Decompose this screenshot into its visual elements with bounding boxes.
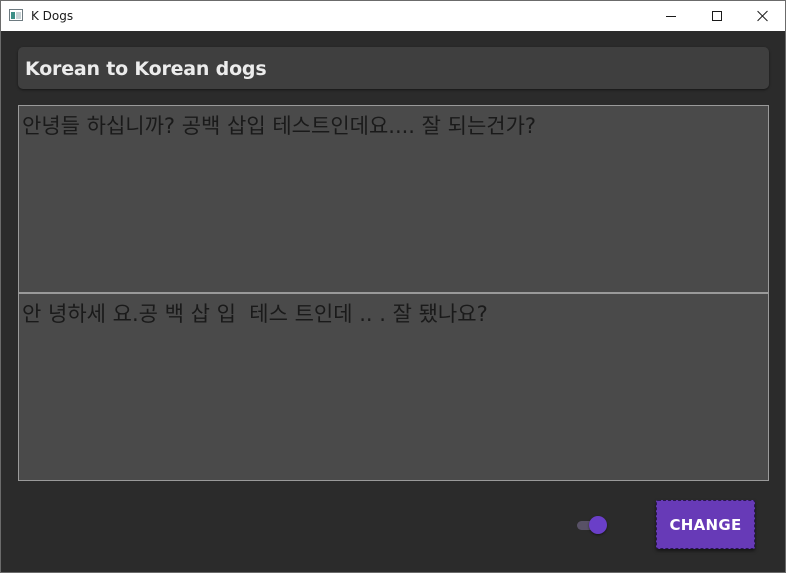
change-button-label: CHANGE — [669, 515, 742, 534]
mode-toggle[interactable] — [576, 515, 610, 535]
toggle-thumb — [589, 516, 607, 534]
change-button[interactable]: CHANGE — [656, 500, 755, 549]
app-window: K Dogs Korean to Korean dogs 안녕들 하십니까? 공… — [0, 0, 786, 573]
input-text: 안녕들 하십니까? 공백 삽입 테스트인데요.... 잘 되는건가? — [22, 114, 537, 138]
close-button[interactable] — [740, 1, 785, 31]
input-textarea[interactable]: 안녕들 하십니까? 공백 삽입 테스트인데요.... 잘 되는건가? — [18, 105, 769, 293]
title-bar[interactable]: K Dogs — [1, 1, 785, 31]
maximize-icon — [712, 11, 722, 21]
maximize-button[interactable] — [694, 1, 740, 31]
output-text: 안 녕하세 요.공 백 삽 입 테스 트인데 .. . 잘 됐나요? — [22, 302, 488, 326]
app-icon — [9, 9, 23, 21]
window-title: K Dogs — [31, 9, 74, 23]
output-textarea[interactable]: 안 녕하세 요.공 백 삽 입 테스 트인데 .. . 잘 됐나요? — [18, 293, 769, 481]
minimize-button[interactable] — [648, 1, 694, 31]
page-title: Korean to Korean dogs — [25, 58, 267, 80]
minimize-icon — [666, 16, 676, 17]
main-content: Korean to Korean dogs 안녕들 하십니까? 공백 삽입 테스… — [1, 31, 785, 572]
close-icon — [757, 10, 769, 22]
header-bar: Korean to Korean dogs — [18, 47, 769, 89]
